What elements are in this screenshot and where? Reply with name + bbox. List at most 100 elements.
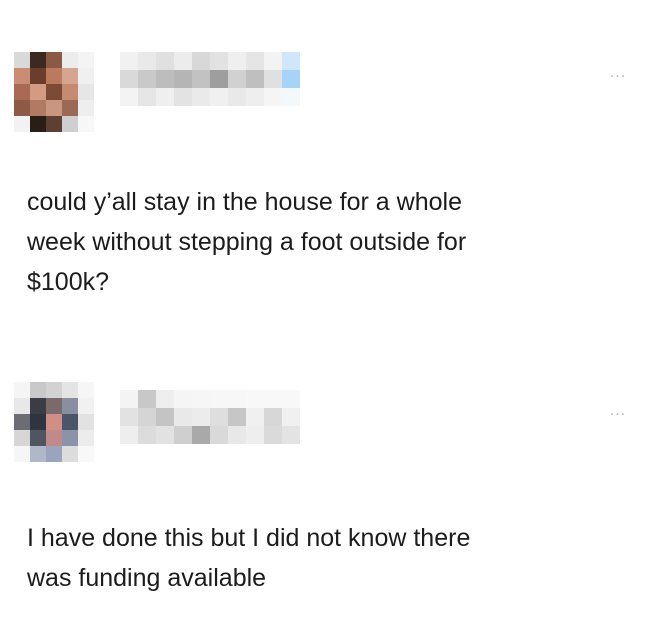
blur-pixel bbox=[120, 390, 138, 408]
blur-pixel bbox=[30, 414, 46, 430]
blur-pixel bbox=[138, 70, 156, 88]
more-options-button[interactable]: ... bbox=[603, 403, 633, 419]
avatar[interactable] bbox=[14, 382, 94, 462]
blur-pixel bbox=[282, 88, 300, 106]
blur-pixel bbox=[62, 398, 78, 414]
blur-pixel bbox=[264, 88, 282, 106]
blur-pixel bbox=[46, 382, 62, 398]
blur-pixel bbox=[264, 408, 282, 426]
blur-pixel bbox=[210, 426, 228, 444]
blur-pixel bbox=[192, 70, 210, 88]
blur-pixel bbox=[228, 426, 246, 444]
blur-pixel bbox=[46, 84, 62, 100]
blur-pixel bbox=[46, 414, 62, 430]
blur-pixel bbox=[282, 408, 300, 426]
blur-pixel bbox=[228, 88, 246, 106]
blur-pixel bbox=[174, 408, 192, 426]
blur-pixel bbox=[174, 88, 192, 106]
blur-pixel bbox=[282, 70, 300, 88]
blur-pixel bbox=[62, 382, 78, 398]
blur-pixel bbox=[46, 430, 62, 446]
blur-pixel bbox=[46, 100, 62, 116]
blur-pixel bbox=[62, 116, 78, 132]
blur-pixel bbox=[156, 88, 174, 106]
post: ... could y’all stay in the house for a … bbox=[0, 0, 669, 330]
blur-pixel bbox=[46, 446, 62, 462]
blur-pixel bbox=[78, 116, 94, 132]
author-name[interactable] bbox=[120, 390, 300, 444]
blur-pixel bbox=[156, 52, 174, 70]
blur-pixel bbox=[120, 52, 138, 70]
blur-pixel bbox=[192, 52, 210, 70]
blur-pixel bbox=[138, 426, 156, 444]
blur-pixel bbox=[120, 70, 138, 88]
blur-pixel bbox=[192, 408, 210, 426]
blur-pixel bbox=[138, 408, 156, 426]
blur-pixel bbox=[246, 70, 264, 88]
blur-pixel bbox=[246, 408, 264, 426]
blur-pixel bbox=[192, 426, 210, 444]
blur-pixel bbox=[62, 68, 78, 84]
blur-pixel bbox=[78, 398, 94, 414]
blur-pixel bbox=[30, 446, 46, 462]
blur-pixel bbox=[138, 390, 156, 408]
post-text: could y’all stay in the house for a whol… bbox=[27, 188, 467, 296]
post-text: I have done this but I did not know ther… bbox=[27, 524, 471, 592]
blur-pixel bbox=[246, 88, 264, 106]
author-name[interactable] bbox=[120, 52, 300, 106]
blur-pixel bbox=[78, 382, 94, 398]
blur-pixel bbox=[120, 426, 138, 444]
blur-pixel bbox=[78, 84, 94, 100]
blur-pixel bbox=[78, 446, 94, 462]
blur-pixel bbox=[264, 52, 282, 70]
blur-pixel bbox=[14, 446, 30, 462]
blur-pixel bbox=[14, 398, 30, 414]
blur-pixel bbox=[120, 88, 138, 106]
blur-pixel bbox=[264, 390, 282, 408]
blur-pixel bbox=[62, 414, 78, 430]
blur-pixel bbox=[210, 408, 228, 426]
blur-pixel bbox=[210, 52, 228, 70]
blur-pixel bbox=[282, 390, 300, 408]
blur-pixel bbox=[14, 100, 30, 116]
blur-pixel bbox=[246, 52, 264, 70]
blur-pixel bbox=[264, 426, 282, 444]
blur-pixel bbox=[14, 52, 30, 68]
blur-pixel bbox=[14, 84, 30, 100]
blur-pixel bbox=[46, 398, 62, 414]
blur-pixel bbox=[46, 52, 62, 68]
blur-pixel bbox=[156, 70, 174, 88]
blur-pixel bbox=[46, 116, 62, 132]
blur-pixel bbox=[78, 68, 94, 84]
blur-pixel bbox=[30, 116, 46, 132]
blur-pixel bbox=[228, 390, 246, 408]
blur-pixel bbox=[210, 88, 228, 106]
avatar[interactable] bbox=[14, 52, 94, 132]
blur-pixel bbox=[228, 408, 246, 426]
blur-pixel bbox=[30, 84, 46, 100]
more-options-button[interactable]: ... bbox=[603, 65, 633, 81]
blur-pixel bbox=[62, 100, 78, 116]
blur-pixel bbox=[156, 426, 174, 444]
blur-pixel bbox=[138, 52, 156, 70]
blur-pixel bbox=[138, 88, 156, 106]
blur-pixel bbox=[30, 398, 46, 414]
blur-pixel bbox=[210, 390, 228, 408]
blur-pixel bbox=[78, 100, 94, 116]
blur-pixel bbox=[14, 68, 30, 84]
blur-pixel bbox=[174, 426, 192, 444]
blur-pixel bbox=[30, 100, 46, 116]
blur-pixel bbox=[62, 52, 78, 68]
blur-pixel bbox=[14, 414, 30, 430]
blur-pixel bbox=[14, 116, 30, 132]
blur-pixel bbox=[120, 408, 138, 426]
blur-pixel bbox=[156, 408, 174, 426]
blur-pixel bbox=[30, 382, 46, 398]
blur-pixel bbox=[210, 70, 228, 88]
blur-pixel bbox=[156, 390, 174, 408]
blur-pixel bbox=[62, 446, 78, 462]
blur-pixel bbox=[30, 430, 46, 446]
blur-pixel bbox=[62, 84, 78, 100]
blur-pixel bbox=[282, 52, 300, 70]
blur-pixel bbox=[228, 70, 246, 88]
